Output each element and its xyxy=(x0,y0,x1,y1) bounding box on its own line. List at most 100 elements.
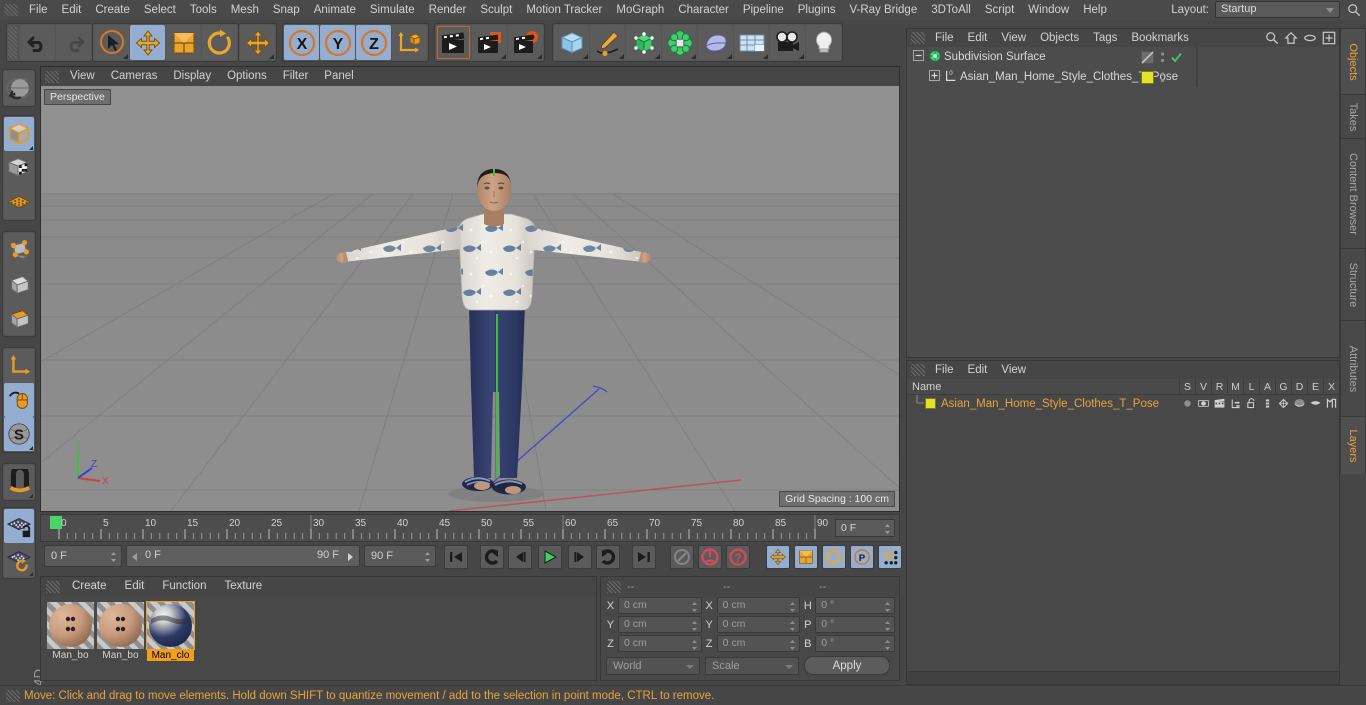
end-frame-field[interactable]: 90 F xyxy=(364,545,436,567)
search-icon[interactable] xyxy=(1347,3,1361,17)
spinner-icon[interactable] xyxy=(691,620,698,632)
layer-column-R[interactable]: R xyxy=(1211,379,1227,395)
current-frame-field[interactable]: 0 F xyxy=(44,545,122,567)
go-to-end-button[interactable] xyxy=(632,545,656,569)
menu-item-select[interactable]: Select xyxy=(137,0,183,20)
add-environment-button[interactable] xyxy=(734,25,769,60)
visibility-dots-icon[interactable] xyxy=(1160,71,1165,84)
object-menu-edit[interactable]: Edit xyxy=(961,29,995,47)
material-tag-icon[interactable] xyxy=(1141,70,1154,84)
material-swatch[interactable] xyxy=(47,602,94,649)
position-z-input[interactable]: 0 cm xyxy=(617,635,702,652)
toolbar-grip[interactable] xyxy=(8,26,17,59)
parameter-key-button[interactable]: P xyxy=(850,545,874,569)
menu-item-script[interactable]: Script xyxy=(978,0,1021,20)
menu-item-window[interactable]: Window xyxy=(1021,0,1076,20)
live-selection-button[interactable] xyxy=(94,25,129,60)
range-right-arrow-icon[interactable] xyxy=(345,552,355,562)
loop-button[interactable] xyxy=(596,545,620,569)
material-swatch[interactable] xyxy=(146,601,195,650)
material-item[interactable]: Man_bo xyxy=(97,602,144,661)
timeline-frame-field[interactable]: 0 F xyxy=(835,519,895,537)
solo-dot-icon[interactable] xyxy=(1179,395,1195,412)
previous-frame-button[interactable] xyxy=(508,545,532,569)
layer-color-swatch[interactable] xyxy=(925,398,936,409)
size-z-input[interactable]: 0 cm xyxy=(716,635,801,652)
viewport-grip[interactable] xyxy=(45,70,59,83)
viewport-menu-filter[interactable]: Filter xyxy=(275,67,317,86)
magnet-button[interactable] xyxy=(4,465,34,499)
spinner-icon[interactable] xyxy=(884,601,891,613)
layer-column-E[interactable]: E xyxy=(1307,379,1323,395)
expand-toggle-icon[interactable] xyxy=(913,50,926,64)
polygons-mode-button[interactable] xyxy=(4,301,34,335)
material-list[interactable]: Man_bo Man_bo Man_clo xyxy=(41,596,596,661)
scale-key-button[interactable] xyxy=(794,545,818,569)
layer-manager-grip[interactable] xyxy=(911,364,925,376)
pla-key-button[interactable] xyxy=(878,545,902,569)
viewport-menu-display[interactable]: Display xyxy=(165,67,219,86)
spinner-icon[interactable] xyxy=(884,639,891,651)
layer-column-A[interactable]: A xyxy=(1259,379,1275,395)
add-generator-button[interactable] xyxy=(626,25,661,60)
enable-snapping-button[interactable]: S xyxy=(4,417,34,451)
object-tag-area[interactable] xyxy=(1135,67,1197,87)
right-tab-objects[interactable]: Objects xyxy=(1340,28,1366,94)
render-settings-button[interactable] xyxy=(508,25,543,60)
apply-button[interactable]: Apply xyxy=(804,656,890,675)
menu-item-v-ray-bridge[interactable]: V-Ray Bridge xyxy=(842,0,924,20)
viewport-menu-options[interactable]: Options xyxy=(219,67,275,86)
add-light-button[interactable] xyxy=(806,25,841,60)
rotation-p-input[interactable]: 0 ° xyxy=(815,616,895,633)
layer-menu-edit[interactable]: Edit xyxy=(961,361,995,379)
menu-item-help[interactable]: Help xyxy=(1076,0,1114,20)
object-row[interactable]: Subdivision Surface xyxy=(907,47,1339,67)
object-tag-area[interactable] xyxy=(1135,47,1197,67)
spinner-icon[interactable] xyxy=(884,620,891,632)
global-move-button[interactable] xyxy=(240,25,275,60)
layer-column-M[interactable]: M xyxy=(1227,379,1243,395)
menubar-grip[interactable] xyxy=(4,4,18,16)
size-mode-select[interactable]: Scale xyxy=(705,656,799,675)
object-menu-objects[interactable]: Objects xyxy=(1033,29,1086,47)
texture-mode-button[interactable] xyxy=(4,151,34,185)
expression-icon[interactable] xyxy=(1307,395,1323,412)
play-forward-button[interactable] xyxy=(538,545,562,569)
material-menu-create[interactable]: Create xyxy=(63,577,116,596)
render-view-button[interactable] xyxy=(436,25,471,60)
range-left-arrow-icon[interactable] xyxy=(130,552,140,562)
right-tab-takes[interactable]: Takes xyxy=(1340,94,1366,138)
add-cube-button[interactable] xyxy=(554,25,589,60)
xref-icon[interactable] xyxy=(1323,395,1339,412)
add-spline-button[interactable] xyxy=(590,25,625,60)
spinner-icon[interactable] xyxy=(424,551,431,563)
position-y-input[interactable]: 0 cm xyxy=(617,616,702,633)
layout-select[interactable]: Startup xyxy=(1215,1,1340,18)
layer-column-D[interactable]: D xyxy=(1291,379,1307,395)
enabled-check-icon[interactable] xyxy=(1171,52,1182,63)
workplane-mode-button[interactable] xyxy=(4,185,34,219)
display-tag-icon[interactable] xyxy=(1141,50,1154,64)
go-to-start-button[interactable] xyxy=(444,545,468,569)
plus-box-icon[interactable] xyxy=(1322,31,1336,45)
z-axis-button[interactable]: Z xyxy=(356,25,391,60)
edges-mode-button[interactable] xyxy=(4,267,34,301)
object-menu-view[interactable]: View xyxy=(994,29,1033,47)
timeline-ruler-bar[interactable]: 0 5 10 15 20 25 30 35 40 45 50 55 60 65 70 75 80 85 90 0 F xyxy=(40,514,900,542)
material-item[interactable]: Man_clo xyxy=(146,601,195,661)
next-frame-button[interactable] xyxy=(568,545,592,569)
material-menu-texture[interactable]: Texture xyxy=(215,577,271,596)
menu-item-plugins[interactable]: Plugins xyxy=(791,0,843,20)
menu-item-file[interactable]: File xyxy=(22,0,55,20)
right-tab-structure[interactable]: Structure xyxy=(1340,248,1366,320)
render-icon[interactable] xyxy=(1211,395,1227,412)
size-x-input[interactable]: 0 cm xyxy=(716,597,801,614)
layer-rows[interactable]: Asian_Man_Home_Style_Clothes_T_Pose xyxy=(907,395,1339,412)
visible-eye-icon[interactable] xyxy=(1195,395,1211,412)
layer-column-G[interactable]: G xyxy=(1275,379,1291,395)
perspective-viewport[interactable]: View Cameras Display Options Filter Panel Per… xyxy=(40,66,900,512)
lock-workplane-button[interactable] xyxy=(4,509,34,543)
right-tab-attributes[interactable]: Attributes xyxy=(1340,320,1366,416)
viewport-menu-panel[interactable]: Panel xyxy=(316,67,361,86)
material-manager-grip[interactable] xyxy=(46,580,60,593)
